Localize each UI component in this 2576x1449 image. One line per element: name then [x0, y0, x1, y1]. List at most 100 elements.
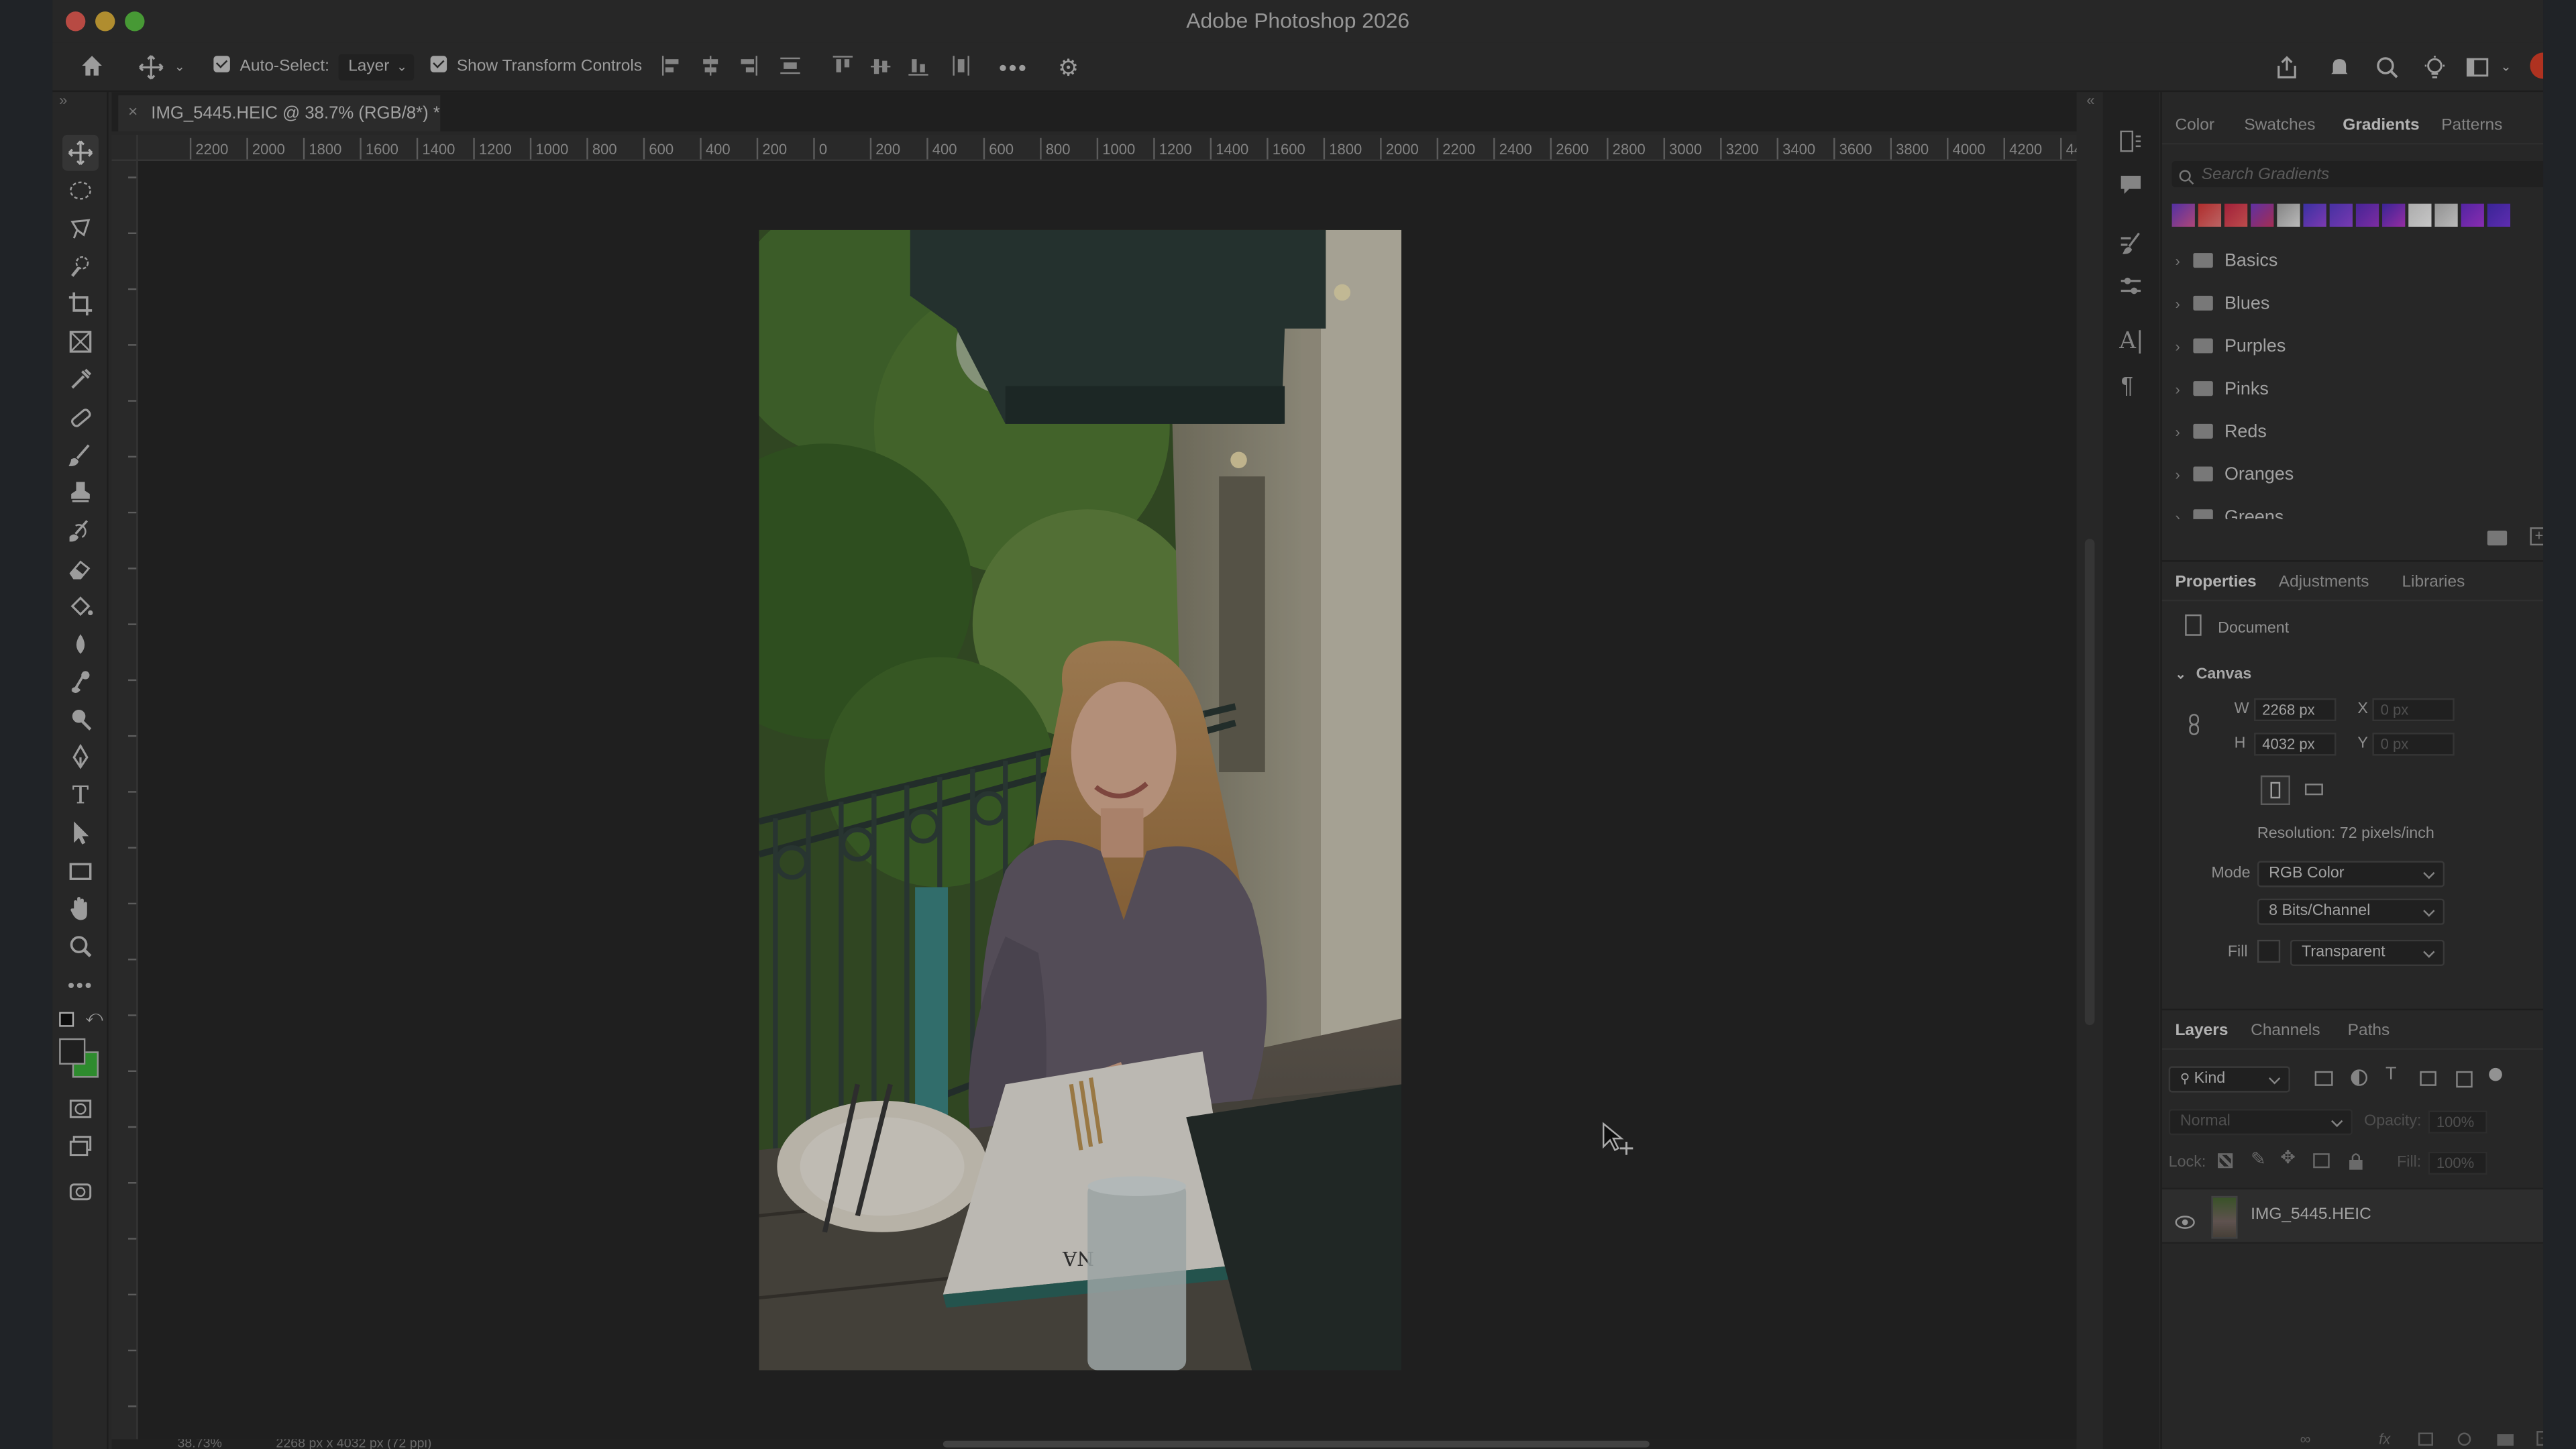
- tab-adjustments[interactable]: Adjustments: [2279, 565, 2369, 601]
- generative-fill-icon[interactable]: [62, 1173, 99, 1210]
- layer-row[interactable]: IMG_5445.HEIC: [2161, 1187, 2544, 1244]
- dodge-tool-icon[interactable]: [62, 663, 99, 700]
- zoom-window-button[interactable]: [125, 11, 145, 32]
- foreground-color-swatch[interactable]: [59, 1038, 86, 1065]
- gradients-search-input[interactable]: [2201, 161, 2544, 188]
- type-tool-icon[interactable]: T: [62, 777, 99, 813]
- history-brush-tool-icon[interactable]: [62, 513, 99, 549]
- folder-purples[interactable]: › Purples: [2162, 325, 2543, 368]
- status-doc-info[interactable]: 2268 px x 4032 px (72 ppi): [276, 1439, 431, 1449]
- landscape-orientation-button[interactable]: [2300, 775, 2330, 805]
- avatar[interactable]: [2530, 52, 2544, 79]
- filter-shape-icon[interactable]: [2420, 1071, 2436, 1086]
- status-zoom[interactable]: 38.73%: [177, 1439, 221, 1449]
- x-field[interactable]: 0 px: [2372, 698, 2455, 722]
- align-left-icon[interactable]: [660, 54, 683, 80]
- share-icon[interactable]: [2273, 54, 2300, 80]
- collapse-panels-icon[interactable]: «: [2086, 92, 2094, 108]
- search-icon[interactable]: [2374, 54, 2400, 80]
- tab-channels[interactable]: Channels: [2251, 1014, 2320, 1050]
- lock-transparency-icon[interactable]: [2218, 1153, 2233, 1169]
- blur-tool-icon[interactable]: [62, 626, 99, 662]
- new-group-icon[interactable]: [2487, 531, 2508, 546]
- workspace-icon[interactable]: [2464, 54, 2490, 80]
- vertical-scrollbar[interactable]: [2084, 539, 2095, 1026]
- default-colors-icon[interactable]: [59, 1012, 74, 1027]
- lightbulb-icon[interactable]: [2422, 54, 2448, 80]
- gradients-search[interactable]: [2171, 161, 2544, 188]
- lasso-tool-icon[interactable]: [62, 210, 99, 246]
- tab-libraries[interactable]: Libraries: [2402, 565, 2465, 601]
- comments-panel-icon[interactable]: [2118, 171, 2144, 205]
- more-options-icon[interactable]: •••: [999, 54, 1028, 80]
- document-tab[interactable]: × IMG_5445.HEIC @ 38.7% (RGB/8*) *: [118, 95, 441, 131]
- filter-pixel-icon[interactable]: [2314, 1071, 2333, 1086]
- eraser-tool-icon[interactable]: [62, 550, 99, 586]
- vertical-ruler[interactable]: [111, 161, 138, 1443]
- link-layers-icon[interactable]: ∞: [2300, 1431, 2311, 1447]
- pen-tool-icon[interactable]: [62, 739, 99, 775]
- new-gradient-icon[interactable]: +: [2530, 527, 2544, 546]
- filter-type-icon[interactable]: T: [2385, 1065, 2396, 1084]
- close-tab-icon[interactable]: ×: [128, 95, 138, 131]
- show-transform-controls-checkbox[interactable]: Show Transform Controls: [430, 54, 642, 80]
- folder-reds[interactable]: › Reds: [2162, 411, 2543, 453]
- align-right-icon[interactable]: [736, 54, 759, 80]
- crop-tool-icon[interactable]: [62, 286, 99, 322]
- new-fill-layer-icon[interactable]: [2457, 1432, 2471, 1446]
- align-bottom-icon[interactable]: [907, 54, 930, 80]
- horizontal-ruler[interactable]: 2200 2000 1800 1600 1400 1200 1000 800 600 400 200…: [138, 134, 2077, 162]
- width-field[interactable]: 2268 px: [2254, 698, 2337, 722]
- quick-selection-tool-icon[interactable]: [62, 248, 99, 284]
- fill-field[interactable]: 100%: [2428, 1151, 2487, 1175]
- add-mask-icon[interactable]: [2418, 1432, 2433, 1446]
- portrait-orientation-button[interactable]: [2260, 775, 2290, 806]
- chevron-down-icon[interactable]: ⌄: [174, 54, 185, 80]
- swap-colors-icon[interactable]: ⤺: [85, 1009, 103, 1027]
- tab-gradients[interactable]: Gradients: [2343, 109, 2419, 145]
- move-tool-icon[interactable]: [62, 134, 99, 171]
- eye-icon[interactable]: [2175, 1209, 2195, 1238]
- opacity-field[interactable]: 100%: [2428, 1110, 2487, 1134]
- minimize-window-button[interactable]: [95, 11, 115, 32]
- folder-oranges[interactable]: › Oranges: [2162, 453, 2543, 496]
- mode-select[interactable]: RGB Color: [2257, 861, 2445, 888]
- fx-icon[interactable]: fx: [2379, 1431, 2390, 1447]
- new-layer-icon[interactable]: +: [2536, 1431, 2544, 1446]
- brush-settings-icon[interactable]: [2118, 230, 2144, 264]
- paragraph-panel-icon[interactable]: ¶: [2121, 371, 2133, 397]
- folder-greens[interactable]: › Greens: [2162, 496, 2543, 519]
- history-panel-icon[interactable]: [2118, 128, 2144, 162]
- recent-gradients-strip[interactable]: [2171, 203, 2517, 227]
- bell-icon[interactable]: [2326, 54, 2353, 80]
- layer-filter-kind[interactable]: ⚲ Kind: [2168, 1066, 2290, 1093]
- path-selection-tool-icon[interactable]: [62, 815, 99, 851]
- ruler-origin[interactable]: [111, 134, 138, 162]
- filter-toggle-icon[interactable]: [2489, 1067, 2502, 1081]
- lock-artboard-icon[interactable]: [2313, 1153, 2330, 1169]
- fill-select[interactable]: Transparent: [2290, 939, 2445, 967]
- align-middle-icon[interactable]: [869, 54, 892, 80]
- canvas-section-title[interactable]: ⌄ Canvas: [2175, 665, 2251, 684]
- burn-tool-icon[interactable]: [62, 702, 99, 738]
- edit-toolbar-icon[interactable]: •••: [62, 967, 99, 1004]
- zoom-tool-icon[interactable]: [62, 928, 99, 965]
- horizontal-scrollbar[interactable]: [943, 1440, 1650, 1448]
- distribute-horizontal-icon[interactable]: [950, 54, 973, 80]
- distribute-vertical-icon[interactable]: [779, 54, 802, 80]
- folder-pinks[interactable]: › Pinks: [2162, 368, 2543, 411]
- gear-icon[interactable]: ⚙: [1058, 54, 1079, 80]
- screen-mode-icon[interactable]: [62, 1128, 99, 1165]
- close-window-button[interactable]: [65, 11, 86, 32]
- lock-position-icon[interactable]: ✥: [2280, 1146, 2296, 1168]
- tab-layers[interactable]: Layers: [2175, 1014, 2228, 1050]
- hand-tool-icon[interactable]: [62, 890, 99, 926]
- layer-name[interactable]: IMG_5445.HEIC: [2251, 1206, 2371, 1224]
- eyedropper-tool-icon[interactable]: [62, 362, 99, 398]
- y-field[interactable]: 0 px: [2372, 733, 2455, 756]
- lock-all-icon[interactable]: [2348, 1150, 2364, 1179]
- tab-swatches[interactable]: Swatches: [2244, 109, 2315, 145]
- filter-smart-object-icon[interactable]: [2456, 1071, 2473, 1088]
- quick-mask-icon[interactable]: [62, 1091, 99, 1127]
- bit-depth-select[interactable]: 8 Bits/Channel: [2257, 898, 2445, 925]
